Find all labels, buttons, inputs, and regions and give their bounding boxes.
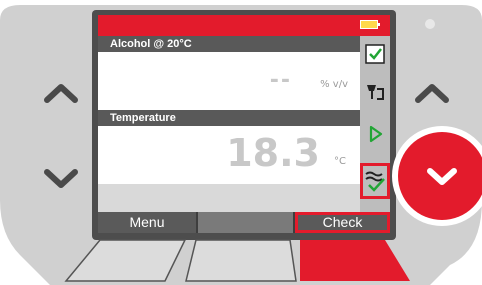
softkey-middle-button[interactable] (185, 239, 297, 282)
middle-softkey[interactable] (198, 212, 293, 233)
alcohol-label: Alcohol @ 20°C (98, 36, 360, 52)
status-bar (98, 15, 390, 36)
alcohol-unit: % v/v (320, 79, 348, 90)
side-icon-bar (360, 36, 390, 212)
sample-icon[interactable] (364, 81, 386, 103)
display-screen: Alcohol @ 20°C -- % v/v Temperature 18.3… (98, 15, 390, 233)
menu-softkey[interactable]: Menu (98, 212, 196, 233)
temperature-label: Temperature (98, 110, 360, 126)
temperature-value: 18.3 (226, 131, 320, 175)
instrument-device: Alcohol @ 20°C -- % v/v Temperature 18.3… (0, 0, 482, 285)
status-led (425, 19, 435, 29)
checkbox-icon[interactable] (364, 43, 386, 65)
alcohol-panel: -- % v/v (98, 52, 360, 110)
alcohol-value: -- (269, 68, 292, 93)
adjust-icon[interactable] (360, 163, 390, 199)
check-softkey[interactable]: Check (295, 212, 390, 233)
temperature-panel: 18.3 °C (98, 126, 360, 184)
softkey-bar: Menu Check (98, 212, 390, 233)
battery-icon (360, 20, 380, 29)
play-icon[interactable] (364, 123, 386, 145)
down-navigation-button[interactable] (398, 132, 482, 220)
temperature-unit: °C (334, 156, 346, 167)
